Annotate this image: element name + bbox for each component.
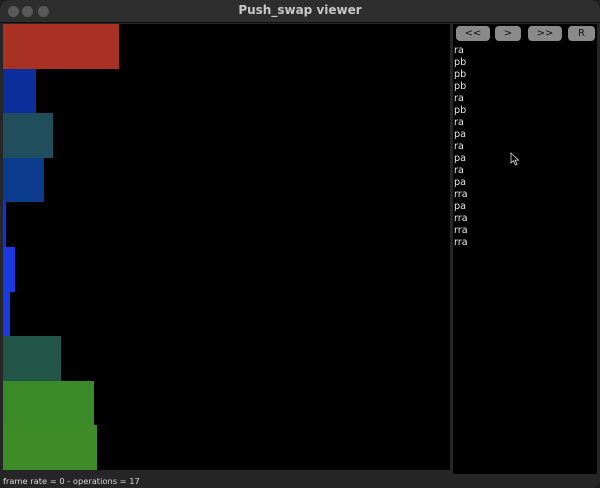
operation-item: rra [454, 225, 468, 236]
stack-a-element [3, 24, 119, 69]
operation-item: rra [454, 237, 468, 248]
title-bar: Push_swap viewer [0, 0, 600, 23]
stack-a-element [3, 336, 61, 381]
first-frame-button[interactable]: << [456, 26, 490, 41]
stack-a-element [3, 380, 95, 426]
operations-panel: << > >> R ra pb pb pb ra pb ra pa ra pa ra pa rra pa r… [453, 24, 597, 474]
window-title: Push_swap viewer [238, 3, 362, 17]
operation-item: rra [454, 213, 468, 224]
status-bar: frame rate = 0 - operations = 17 [3, 476, 140, 486]
operation-item: pb [454, 69, 467, 80]
stack-a-element [3, 68, 37, 114]
operation-item: ra [454, 93, 464, 104]
operation-item: pa [454, 129, 466, 140]
operation-item: pa [454, 153, 466, 164]
operation-item: pb [454, 57, 467, 68]
operation-item: ra [454, 141, 464, 152]
stack-a-element [3, 425, 98, 470]
reset-button[interactable]: R [568, 26, 595, 41]
operation-item: ra [454, 45, 464, 56]
next-frame-button[interactable]: > [495, 26, 521, 41]
playback-controls: << > >> R [453, 26, 597, 44]
stack-a-element [3, 291, 10, 337]
mouse-cursor-icon [510, 152, 520, 166]
operations-list: ra pb pb pb ra pb ra pa ra pa ra pa rra pa rra rra rra [454, 45, 594, 249]
operation-item: ra [454, 117, 464, 128]
stack-a-element [3, 247, 15, 292]
stack-a-canvas [3, 24, 450, 470]
stack-a-element [3, 202, 7, 247]
operation-item: pb [454, 81, 467, 92]
operation-item: pa [454, 201, 466, 212]
operation-item: pb [454, 105, 467, 116]
stack-a-element [3, 113, 53, 158]
stack-a-element [3, 157, 45, 203]
operation-item: pa [454, 177, 466, 188]
operation-item: rra [454, 189, 468, 200]
operation-item: ra [454, 165, 464, 176]
last-frame-button[interactable]: >> [528, 26, 562, 41]
app-window: Push_swap viewer << > >> R ra pb pb pb ra pb r… [0, 0, 600, 488]
